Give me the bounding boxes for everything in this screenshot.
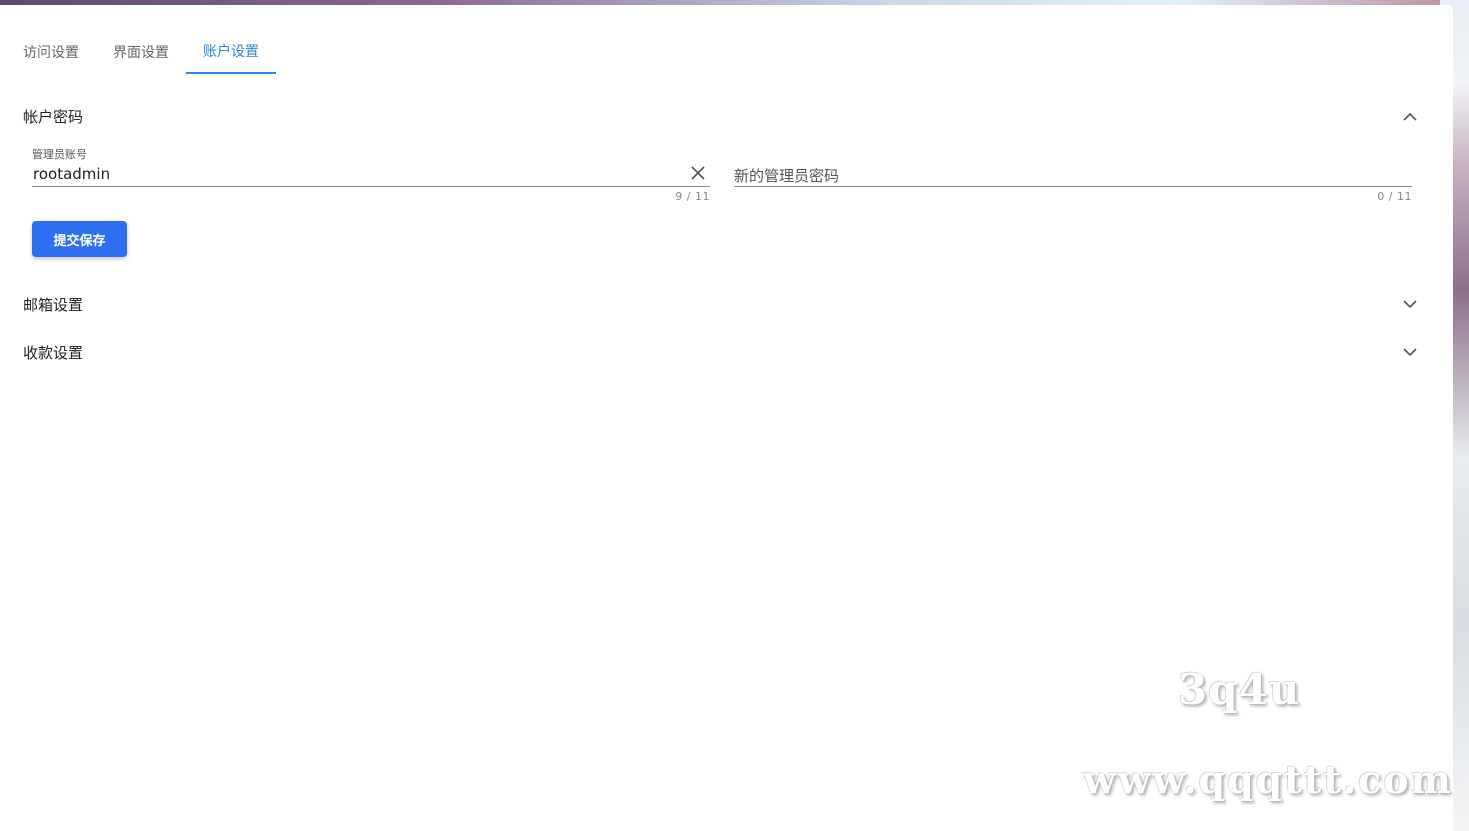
admin-account-input[interactable]: rootadmin [33,165,110,183]
tab-interface-settings[interactable]: 界面设置 [96,29,186,74]
admin-account-label: 管理员账号 [32,148,87,161]
settings-tabs: 访问设置 界面设置 账户设置 [6,29,276,74]
settings-card: 访问设置 界面设置 账户设置 帐户密码 管理员账号 rootadmin 9 / … [0,5,1453,831]
watermark-logo: 3q4u [1178,665,1301,714]
panel-title-account-password: 帐户密码 [23,107,84,126]
panel-title-payment: 收款设置 [23,343,84,362]
chevron-up-icon[interactable] [1403,109,1417,123]
panel-title-email: 邮箱设置 [23,295,84,314]
chevron-down-icon[interactable] [1403,297,1417,311]
new-password-underline [734,186,1412,187]
new-password-counter: 0 / 11 [1377,190,1412,203]
panel-header-account-password[interactable]: 帐户密码 [23,104,1417,128]
tab-access-settings[interactable]: 访问设置 [6,29,96,74]
tab-account-settings[interactable]: 账户设置 [186,29,276,74]
chevron-down-icon[interactable] [1403,345,1417,359]
save-button[interactable]: 提交保存 [32,221,127,257]
panel-header-email[interactable]: 邮箱设置 [23,292,1417,316]
close-icon[interactable] [689,164,707,182]
watermark-url: www.qqqttt.com [1083,757,1453,802]
new-password-input[interactable]: 新的管理员密码 [734,165,839,186]
admin-account-underline [32,186,710,187]
panel-header-payment[interactable]: 收款设置 [23,340,1417,364]
admin-account-counter: 9 / 11 [675,190,710,203]
